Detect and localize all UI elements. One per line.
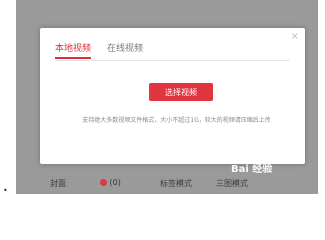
- close-icon[interactable]: ×: [291, 31, 299, 42]
- cover-label: 封面: [50, 179, 66, 188]
- cover-option-3[interactable]: 三图模式: [216, 178, 248, 189]
- check-icon: [100, 179, 107, 186]
- cover-option-1-label: (0): [109, 178, 121, 187]
- select-video-button[interactable]: 选择视频: [149, 83, 213, 101]
- screenshot-frame: 本地视频 在线视频 × 选择视频 支持绝大多数视频文件格式，大小不超过1G，较大…: [16, 0, 318, 194]
- cover-option-2[interactable]: 标签模式: [160, 178, 192, 189]
- cover-option-1[interactable]: (0): [100, 178, 121, 187]
- tab-divider: [55, 60, 290, 61]
- tab-bar: 本地视频 在线视频: [55, 41, 143, 59]
- tab-local-video[interactable]: 本地视频: [55, 41, 92, 59]
- baidu-jingyan-watermark: Bai 经验: [231, 164, 273, 175]
- upload-video-dialog: 本地视频 在线视频 × 选择视频 支持绝大多数视频文件格式，大小不超过1G，较大…: [40, 28, 305, 164]
- upload-hint: 支持绝大多数视频文件格式，大小不超过1G，较大的视频请压缩后上传: [82, 117, 271, 124]
- list-bullet: •: [3, 186, 8, 195]
- tab-online-video[interactable]: 在线视频: [107, 41, 143, 59]
